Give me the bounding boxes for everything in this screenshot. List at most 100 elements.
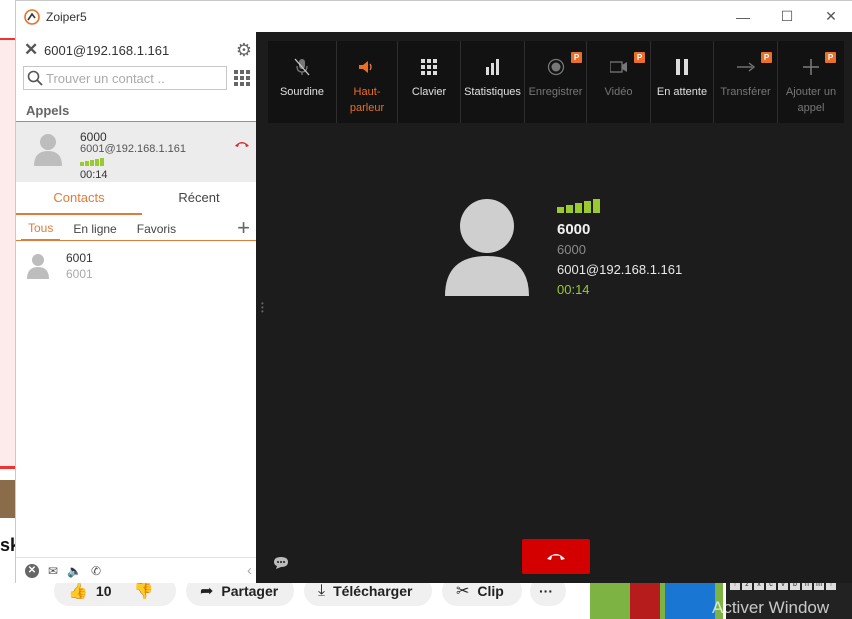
add-call-label: Ajouter un appel	[785, 86, 837, 114]
statistics-button[interactable]: Statistiques	[461, 41, 525, 123]
hold-button[interactable]: En attente	[651, 41, 714, 123]
maximize-button[interactable]: ☐	[764, 1, 810, 32]
keypad-label: Clavier	[411, 86, 447, 98]
call-contact-name: 6000	[80, 130, 107, 144]
speaker-label: Haut-parleur	[349, 86, 385, 114]
hangup-icon[interactable]	[234, 140, 250, 148]
transfer-label: Transférer	[720, 86, 771, 98]
calls-section-header: Appels	[16, 100, 256, 122]
zoiper-logo-icon	[24, 8, 40, 25]
caller-address: 6001@192.168.1.161	[557, 262, 683, 277]
keypad-icon	[421, 57, 437, 77]
share-icon: ➦	[200, 583, 214, 600]
call-timer: 00:14	[557, 282, 590, 297]
more-label: ···	[539, 583, 553, 599]
mute-button[interactable]: Sourdine	[268, 41, 337, 123]
close-button[interactable]: ✕	[808, 1, 852, 32]
background-video-thumbnail[interactable]	[590, 583, 723, 619]
contacts-tabs: Contacts Récent	[16, 183, 256, 215]
record-icon	[547, 57, 565, 77]
search-icon	[24, 70, 46, 86]
window-title: Zoiper5	[46, 9, 87, 24]
pause-icon	[675, 57, 689, 77]
thumbs-down-icon[interactable]: 👎	[134, 581, 154, 601]
avatar	[34, 134, 62, 166]
contact-number: 6001	[66, 267, 93, 281]
filter-online[interactable]: En ligne	[66, 218, 123, 240]
zoiper-window: Zoiper5 — ☐ ✕ ✕ 6001@192.168.1.161 ⚙ App…	[15, 0, 852, 583]
premium-badge: P	[761, 52, 772, 63]
left-panel: ✕ 6001@192.168.1.161 ⚙ Appels 6000 6001@…	[16, 32, 256, 583]
active-call-row[interactable]: 6000 6001@192.168.1.161 00:14	[16, 122, 256, 182]
hangup-button[interactable]	[522, 539, 590, 574]
message-icon[interactable]: ✉	[48, 564, 58, 578]
phone-settings-icon[interactable]: ✆	[91, 564, 101, 578]
signal-strength-icon	[557, 199, 600, 213]
background-heading-fragment: sk	[0, 535, 15, 555]
download-icon: ⤓	[318, 582, 326, 599]
status-close-icon[interactable]: ✕	[25, 563, 39, 578]
account-status-close-icon[interactable]: ✕	[24, 40, 42, 60]
splitter-handle[interactable]: • • •	[261, 300, 264, 316]
speaker-button[interactable]: Haut-parleur	[337, 41, 398, 123]
call-toolbar: Sourdine Haut-parleur Clavier Statistiqu…	[268, 41, 844, 123]
dialpad-icon[interactable]	[233, 69, 251, 87]
background-thumbnail	[0, 480, 15, 518]
activate-windows-watermark: Activer Window	[712, 598, 830, 617]
filter-favorites[interactable]: Favoris	[130, 218, 183, 240]
mic-off-icon	[294, 57, 310, 77]
record-label: Enregistrer	[528, 86, 583, 98]
speaker-icon	[358, 57, 376, 77]
transfer-button[interactable]: P Transférer	[714, 41, 778, 123]
caller-avatar	[445, 199, 529, 296]
mute-label: Sourdine	[279, 86, 325, 98]
signal-strength-icon	[80, 158, 104, 166]
video-button[interactable]: P Vidéo	[587, 41, 651, 123]
download-label: Télécharger	[333, 583, 413, 599]
statistics-label: Statistiques	[464, 86, 521, 98]
search-input[interactable]	[46, 70, 216, 86]
add-call-button[interactable]: P Ajouter un appel	[778, 41, 844, 123]
hold-label: En attente	[656, 86, 708, 98]
record-button[interactable]: P Enregistrer	[525, 41, 587, 123]
thumbnail-stripe	[665, 583, 715, 619]
transfer-icon	[736, 57, 755, 77]
contact-list-item[interactable]: 6001 6001	[16, 244, 256, 284]
search-box[interactable]	[23, 66, 227, 90]
filter-all[interactable]: Tous	[21, 217, 61, 241]
video-icon	[609, 57, 628, 77]
contact-filters: Tous En ligne Favoris +	[16, 215, 256, 241]
title-bar[interactable]: Zoiper5 — ☐ ✕	[16, 1, 852, 32]
contact-name: 6001	[66, 251, 93, 265]
thumbnail-stripe	[630, 583, 660, 619]
account-address[interactable]: 6001@192.168.1.161	[44, 43, 169, 58]
tab-contacts[interactable]: Contacts	[16, 183, 142, 215]
keypad-button[interactable]: Clavier	[398, 41, 461, 123]
share-label: Partager	[221, 583, 279, 599]
tab-recent[interactable]: Récent	[142, 183, 256, 215]
call-contact-address: 6001@192.168.1.161	[80, 143, 186, 155]
add-contact-icon[interactable]: +	[237, 215, 250, 241]
left-status-bar: ✕ ✉ 🔈 ✆ ‹	[16, 557, 256, 583]
add-call-icon	[803, 57, 819, 77]
caller-name: 6000	[557, 221, 591, 238]
chat-icon[interactable]	[273, 556, 289, 575]
collapse-chevron-icon[interactable]: ‹	[247, 562, 252, 579]
hangup-icon	[547, 554, 565, 560]
clip-label: Clip	[477, 583, 504, 599]
like-count: 10	[95, 583, 112, 599]
video-label: Vidéo	[604, 86, 633, 98]
thumbs-up-icon: 👍	[68, 583, 88, 600]
background-progress-bar	[0, 466, 15, 469]
avatar	[27, 254, 49, 279]
background-banner	[0, 38, 15, 468]
stats-icon	[485, 57, 501, 77]
account-bar: ✕ 6001@192.168.1.161 ⚙	[24, 40, 252, 60]
gear-icon[interactable]: ⚙	[236, 40, 252, 61]
minimize-button[interactable]: —	[720, 1, 766, 32]
volume-icon[interactable]: 🔈	[67, 564, 82, 578]
premium-badge: P	[634, 52, 645, 63]
background-page-left: sk	[0, 0, 15, 619]
premium-badge: P	[571, 52, 582, 63]
premium-badge: P	[825, 52, 836, 63]
